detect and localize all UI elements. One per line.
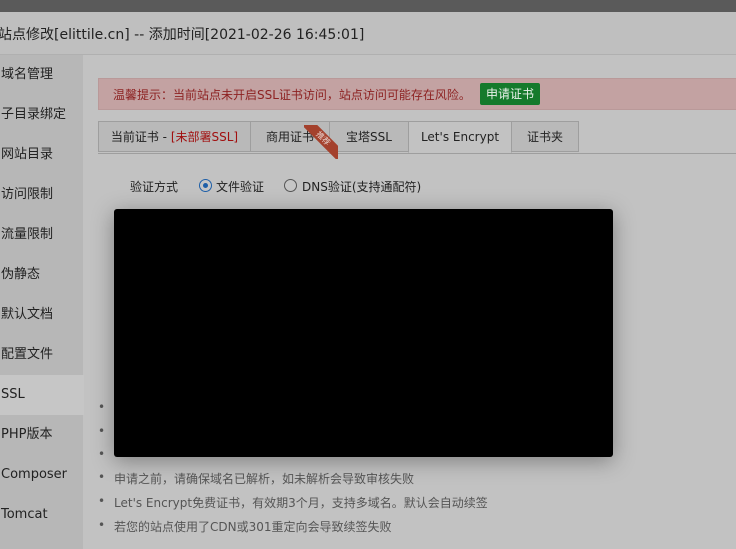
note-item: Let's Encrypt免费证书，有效期3个月，支持多域名。默认会自动续签 [98, 494, 488, 511]
radio-dns-verify-label[interactable]: DNS验证(支持通配符) [302, 178, 421, 195]
sidebar-item-site-dir[interactable]: 网站目录 [0, 135, 84, 175]
note-text: Let's Encrypt免费证书，有效期3个月，支持多域名。默认会自动续签 [114, 496, 488, 510]
dialog-title: 站点修改[elittile.cn] -- 添加时间[2021-02-26 16:… [0, 27, 365, 43]
note-text: 若您的站点使用了CDN或301重定向会导致续签失败 [114, 520, 392, 534]
recommend-ribbon: 推荐 [304, 125, 338, 159]
sidebar-item-php-version[interactable]: PHP版本 [0, 415, 84, 455]
sidebar-item-subdir[interactable]: 子目录绑定 [0, 95, 84, 135]
tab-current-cert-label: 当前证书 - [110, 130, 171, 144]
sidebar-item-config-file[interactable]: 配置文件 [0, 335, 84, 375]
ssl-warning-alert: 温馨提示：当前站点未开启SSL证书访问，站点访问可能存在风险。 申请证书 [98, 78, 736, 110]
verify-method-label: 验证方式 [130, 180, 179, 194]
window-top-strip [0, 0, 736, 12]
apply-cert-button[interactable]: 申请证书 [480, 83, 541, 105]
radio-file-verify[interactable] [199, 179, 212, 192]
tab-current-cert[interactable]: 当前证书 - [未部署SSL] [98, 121, 251, 152]
ssl-tabs: 当前证书 - [未部署SSL] 商用证书 宝塔SSL Let's Encrypt… [98, 121, 736, 154]
sidebar-item-ssl[interactable]: SSL [0, 375, 84, 415]
radio-dns-verify[interactable] [284, 179, 297, 192]
note-text: 申请之前，请确保域名已解析，如未解析会导致审核失败 [114, 472, 415, 486]
dialog-titlebar: 站点修改[elittile.cn] -- 添加时间[2021-02-26 16:… [0, 12, 736, 55]
sidebar-item-tomcat[interactable]: Tomcat [0, 495, 84, 535]
sidebar-item-access-limit[interactable]: 访问限制 [0, 175, 84, 215]
sidebar-item-domain[interactable]: 域名管理 [0, 55, 84, 95]
note-item: 若您的站点使用了CDN或301重定向会导致续签失败 [98, 518, 392, 535]
sidebar-item-default-doc[interactable]: 默认文档 [0, 295, 84, 335]
recommend-ribbon-label: 推荐 [304, 125, 338, 159]
tab-lets-encrypt[interactable]: Let's Encrypt [408, 121, 512, 153]
tab-cert-folder[interactable]: 证书夹 [511, 121, 579, 152]
sidebar-item-rewrite[interactable]: 伪静态 [0, 255, 84, 295]
sidebar-item-traffic-limit[interactable]: 流量限制 [0, 215, 84, 255]
cert-status-not-deployed: [未部署SSL] [170, 130, 239, 144]
radio-file-verify-label[interactable]: 文件验证 [216, 178, 264, 195]
tab-baota-ssl[interactable]: 宝塔SSL [329, 121, 409, 152]
redacted-overlay [114, 209, 613, 457]
sidebar: 域名管理 子目录绑定 网站目录 访问限制 流量限制 伪静态 默认文档 配置文件 … [0, 55, 84, 549]
note-item: 申请之前，请确保域名已解析，如未解析会导致审核失败 [98, 470, 414, 487]
ssl-warning-text: 温馨提示：当前站点未开启SSL证书访问，站点访问可能存在风险。 [113, 88, 471, 102]
sidebar-item-composer[interactable]: Composer [0, 455, 84, 495]
